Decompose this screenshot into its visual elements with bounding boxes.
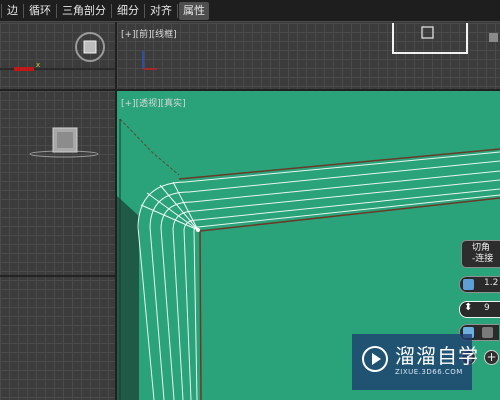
tab-loop[interactable]: 循环 (25, 2, 55, 20)
menu-separator (1, 3, 2, 18)
corner-spokes (140, 181, 199, 231)
chamfer-amount-icon (463, 279, 474, 290)
caddy-title-line2: -连接 (472, 254, 494, 264)
segments-spinner-icon: ⬍ (464, 302, 473, 313)
menu-separator (23, 3, 24, 18)
viewport-top-left[interactable]: x (0, 23, 115, 89)
tab-align[interactable]: 对齐 (146, 2, 176, 20)
tab-properties[interactable]: 属性 (179, 1, 209, 20)
perspective-viewport-label[interactable]: [+][透视][真实] (121, 96, 186, 109)
viewcube-mini-icon[interactable] (489, 33, 498, 42)
viewport-shading-menu[interactable]: [真实] (161, 96, 186, 109)
site-watermark: 溜溜自学 ZIXUE.3D66.COM (352, 334, 478, 390)
menu-separator (56, 3, 57, 18)
chamfer-segments-field[interactable]: ⬍ 9 (459, 301, 500, 318)
tab-subdivide[interactable]: 细分 (113, 2, 143, 20)
caddy-title-line1: 切角 (472, 243, 491, 253)
menu-separator (144, 3, 145, 18)
tab-triangulate[interactable]: 三角剖分 (58, 2, 110, 20)
left-scene (0, 127, 115, 277)
chamfer-amount-value[interactable]: 1.2 (484, 278, 498, 288)
play-logo-icon (362, 346, 388, 372)
viewport-left[interactable] (0, 91, 115, 400)
selected-vertex (196, 228, 200, 232)
chamfer-check-icon[interactable] (482, 327, 493, 338)
viewport-menu-plus[interactable]: [+] (121, 99, 136, 109)
red-object-marker (14, 67, 34, 71)
viewport-front[interactable]: [+][前][线框] (117, 23, 500, 89)
small-square (421, 26, 434, 39)
chamfer-caddy-title: 切角 -连接 (461, 240, 500, 268)
tab-edge[interactable]: 边 (3, 2, 22, 20)
ribbon-tab-bar: 边 循环 三角剖分 细分 对齐 属性 (0, 0, 500, 22)
watermark-url: ZIXUE.3D66.COM (395, 368, 463, 376)
watermark-brand: 溜溜自学 (395, 344, 479, 368)
menu-separator (177, 3, 178, 18)
chamfer-edges-vertical (137, 226, 198, 400)
menu-separator (111, 3, 112, 18)
svg-text:x: x (36, 61, 40, 69)
chamfer-amount-field[interactable]: 1.2 (459, 276, 500, 293)
chamfer-segments-value[interactable]: 9 (484, 303, 490, 313)
viewport-view-menu[interactable]: [透视] (136, 96, 161, 109)
viewport-divider-horizontal[interactable] (0, 89, 500, 91)
top-left-scene: x (0, 32, 115, 71)
viewport-divider-vertical[interactable] (115, 22, 117, 400)
front-scene (142, 23, 498, 70)
caddy-add-button[interactable]: + (484, 350, 499, 365)
viewcube-icon[interactable] (83, 40, 97, 54)
